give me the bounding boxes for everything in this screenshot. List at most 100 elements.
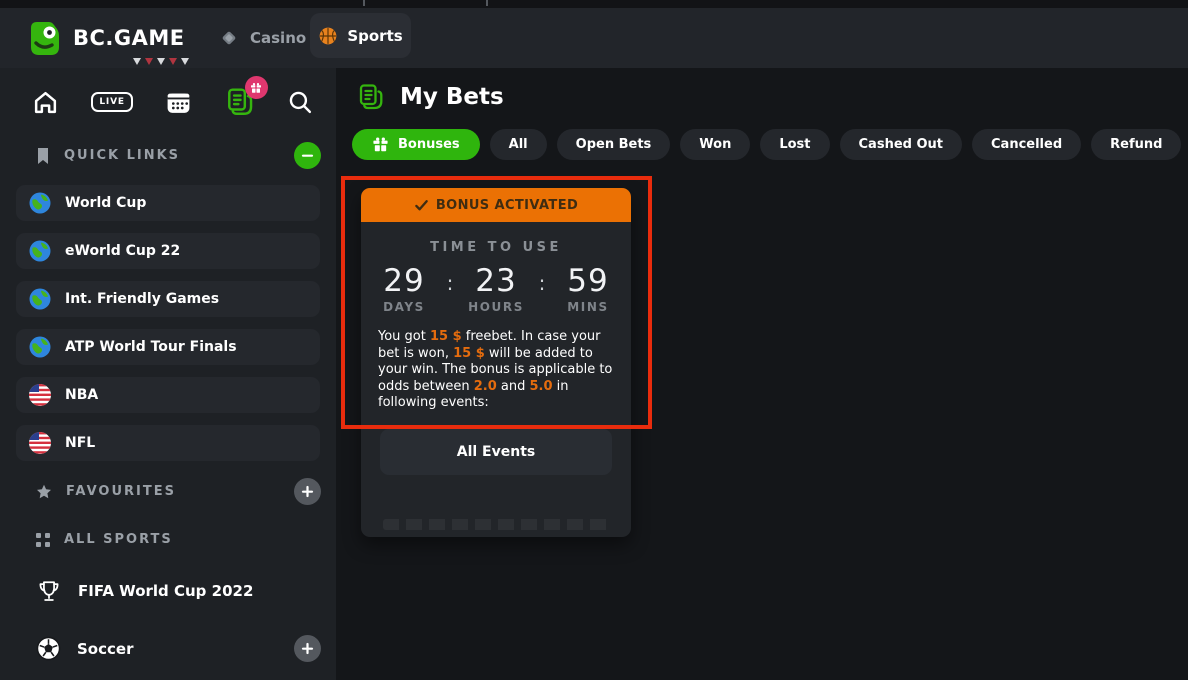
filter-chip-label: Open Bets: [576, 137, 652, 152]
filter-chip-label: Won: [699, 137, 731, 152]
live-label: LIVE: [91, 92, 132, 112]
bookmark-icon: [36, 148, 50, 164]
quick-links-header: QUICK LINKS: [0, 142, 336, 169]
grid-icon: [36, 533, 50, 547]
nav-tab-casino[interactable]: Casino: [218, 8, 306, 68]
sidebar-item-eworld-cup[interactable]: eWorld Cup 22: [16, 233, 320, 269]
bonus-card-header: BONUS ACTIVATED: [361, 188, 631, 222]
calendar-icon[interactable]: [165, 89, 192, 116]
page-header: My Bets: [357, 83, 504, 111]
globe-icon: [28, 287, 52, 311]
filter-chip-label: Bonuses: [398, 137, 460, 152]
sidebar-item-int-friendly-games[interactable]: Int. Friendly Games: [16, 281, 320, 317]
expand-soccer-button[interactable]: [294, 635, 321, 662]
countdown-days-label: DAYS: [367, 300, 441, 314]
filter-chip-label: Cancelled: [991, 137, 1062, 152]
casino-label: Casino: [250, 29, 306, 47]
filter-chip-lost[interactable]: Lost: [760, 129, 829, 160]
sidebar-item-label: ATP World Tour Finals: [65, 339, 237, 355]
filter-chip-bonuses[interactable]: Bonuses: [352, 129, 480, 160]
sidebar-item-soccer[interactable]: Soccer: [0, 635, 336, 662]
all-sports-header[interactable]: ALL SPORTS: [0, 532, 336, 547]
max-odds: 5.0: [529, 379, 552, 394]
favourites-title: FAVOURITES: [66, 484, 176, 499]
sidebar-item-label: World Cup: [65, 195, 146, 211]
soccer-ball-icon: [36, 636, 61, 661]
collapse-quick-links-button[interactable]: [294, 142, 321, 169]
time-to-use-label: TIME TO USE: [361, 240, 631, 255]
filter-chip-cancelled[interactable]: Cancelled: [972, 129, 1081, 160]
home-icon[interactable]: [32, 89, 59, 116]
bonus-description: You got 15 $ freebet. In case your bet i…: [378, 329, 614, 412]
filter-chip-cashed-out[interactable]: Cashed Out: [840, 129, 962, 160]
countdown-hours-label: HOURS: [459, 300, 533, 314]
logo-bunting: [133, 58, 189, 65]
sidebar-item-label: eWorld Cup 22: [65, 243, 180, 259]
filter-chips: Bonuses All Open Bets Won Lost Cashed Ou…: [352, 129, 1181, 160]
globe-icon: [28, 335, 52, 359]
filter-chip-label: Cashed Out: [859, 137, 943, 152]
countdown-days-value: 29: [367, 264, 441, 298]
all-sports-title: ALL SPORTS: [64, 532, 173, 547]
filter-chip-label: All: [509, 137, 528, 152]
check-icon: [414, 198, 429, 213]
bcgame-logo-icon: [24, 18, 64, 58]
nav-tab-sports[interactable]: Sports: [310, 13, 411, 58]
filter-chip-label: Lost: [779, 137, 810, 152]
sidebar-icon-row: LIVE: [0, 68, 336, 118]
win-amount: 15 $: [453, 346, 485, 361]
page-title: My Bets: [400, 84, 504, 110]
all-events-label: All Events: [457, 444, 535, 460]
top-strip-tick: [486, 0, 488, 6]
main-content: My Bets Bonuses All Open Bets Won Lost C…: [336, 68, 1188, 680]
freebet-amount: 15 $: [430, 329, 462, 344]
sidebar-item-label: NBA: [65, 387, 98, 403]
countdown-separator: :: [441, 264, 459, 314]
filter-chip-won[interactable]: Won: [680, 129, 750, 160]
quick-links-list: World Cup eWorld Cup 22 Int. Friendly Ga…: [16, 185, 320, 461]
bcgame-logo[interactable]: BC.GAME: [24, 18, 185, 58]
sidebar-item-nba[interactable]: NBA: [16, 377, 320, 413]
logo-text: BC.GAME: [73, 26, 185, 50]
top-navbar: BC.GAME Casino Sports: [0, 8, 1188, 68]
trophy-icon: [36, 579, 62, 603]
sidebar-item-label: Int. Friendly Games: [65, 291, 219, 307]
min-odds: 2.0: [474, 379, 497, 394]
sidebar-item-world-cup[interactable]: World Cup: [16, 185, 320, 221]
filter-chip-label: Refund: [1110, 137, 1162, 152]
my-bets-icon[interactable]: [225, 87, 255, 117]
all-events-button[interactable]: All Events: [380, 429, 612, 475]
bonus-countdown: 29 DAYS : 23 HOURS : 59 MINS: [361, 264, 631, 314]
gift-icon: [372, 136, 389, 153]
countdown-hours: 23 HOURS: [459, 264, 533, 314]
my-bets-icon: [357, 83, 385, 111]
faded-content-row: [383, 519, 609, 530]
sidebar-item-label: NFL: [65, 435, 95, 451]
top-strip-tick: [363, 0, 365, 6]
bonus-badge: [245, 76, 268, 99]
countdown-separator: :: [533, 264, 551, 314]
description-text: You got: [378, 329, 430, 344]
sidebar-item-nfl[interactable]: NFL: [16, 425, 320, 461]
bonus-activated-label: BONUS ACTIVATED: [436, 198, 578, 213]
favourites-header: FAVOURITES: [0, 478, 336, 505]
globe-icon: [28, 191, 52, 215]
basketball-icon: [318, 26, 338, 46]
live-events-icon[interactable]: LIVE: [91, 92, 132, 112]
usa-flag-icon: [28, 383, 52, 407]
search-icon[interactable]: [287, 89, 314, 116]
sidebar-item-atp-world-tour-finals[interactable]: ATP World Tour Finals: [16, 329, 320, 365]
countdown-mins-value: 59: [551, 264, 625, 298]
bonus-card: BONUS ACTIVATED TIME TO USE 29 DAYS : 23…: [361, 188, 631, 537]
countdown-hours-value: 23: [459, 264, 533, 298]
window-top-strip: [0, 0, 1188, 8]
sidebar: LIVE: [0, 68, 336, 680]
description-text: and: [497, 379, 530, 394]
add-favourite-button[interactable]: [294, 478, 321, 505]
sidebar-item-fifa-world-cup-2022[interactable]: FIFA World Cup 2022: [0, 579, 336, 603]
filter-chip-all[interactable]: All: [490, 129, 547, 160]
countdown-days: 29 DAYS: [367, 264, 441, 314]
globe-icon: [28, 239, 52, 263]
filter-chip-refund[interactable]: Refund: [1091, 129, 1181, 160]
filter-chip-open-bets[interactable]: Open Bets: [557, 129, 671, 160]
